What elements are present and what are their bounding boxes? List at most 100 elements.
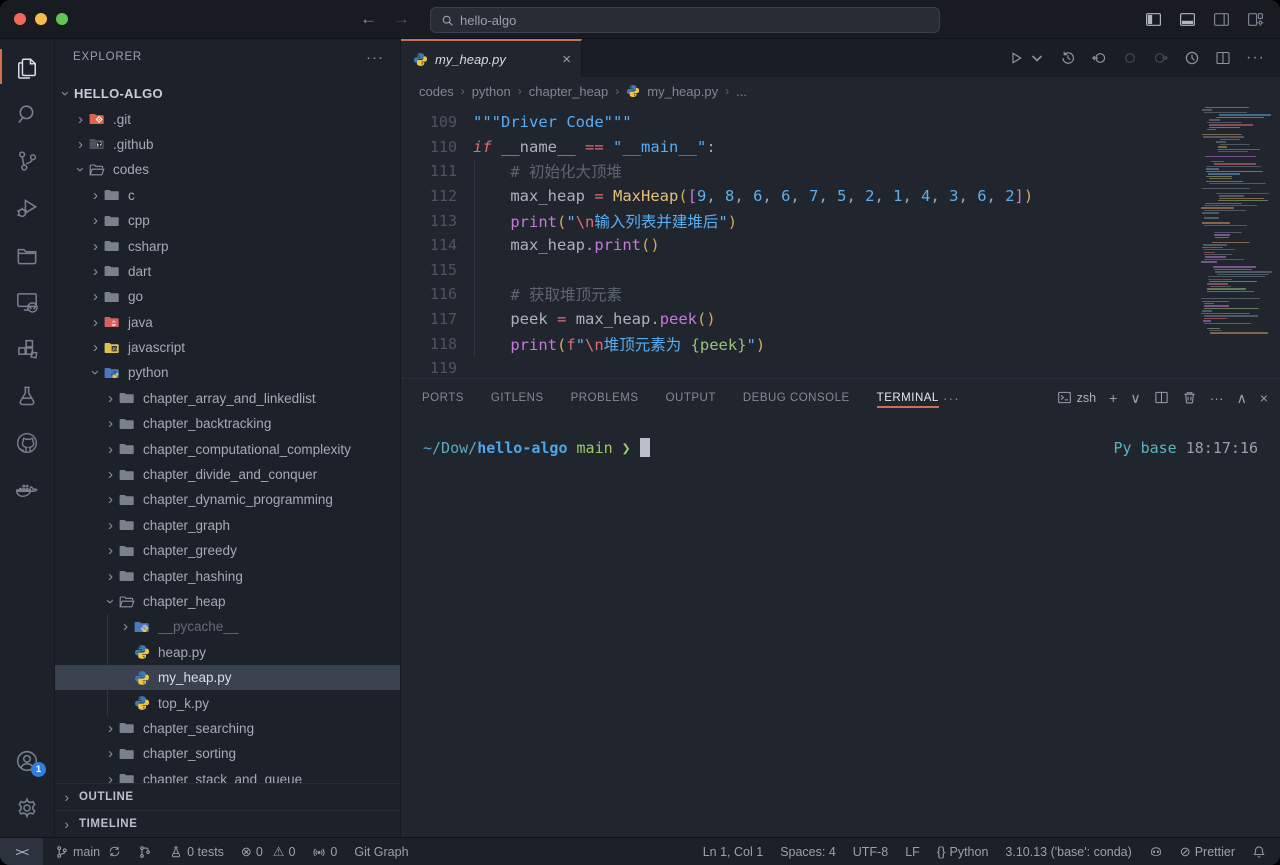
layout-panel-icon[interactable] [1179,11,1196,28]
encoding[interactable]: UTF-8 [853,845,888,859]
tree-item-javascript[interactable]: ›JSjavascript [55,335,400,360]
command-center-search[interactable]: hello-algo [430,7,940,33]
tree-item-go[interactable]: ›go [55,284,400,309]
activity-settings-icon[interactable] [0,784,54,831]
split-terminal-icon[interactable] [1154,390,1169,405]
tree-item-.git[interactable]: ›.git [55,106,400,131]
section-outline[interactable]: ›OUTLINE [55,784,400,810]
new-terminal-button[interactable]: + [1109,391,1117,405]
python-interpreter[interactable]: 3.10.13 ('base': conda) [1005,845,1131,859]
source-control-graph-icon[interactable] [138,845,152,859]
panel-tab-gitlens[interactable]: GITLENS [491,382,544,414]
prettier-indicator[interactable]: ⊘Prettier [1180,845,1235,859]
layout-customize-icon[interactable] [1247,11,1264,28]
tree-item-my_heap.py[interactable]: my_heap.py [55,665,400,690]
explorer-more-actions-icon[interactable]: ··· [366,49,384,66]
run-button[interactable] [1008,50,1024,66]
tree-item-chapter_graph[interactable]: ›chapter_graph [55,513,400,538]
breadcrumb-item[interactable]: my_heap.py [647,84,718,99]
activity-testing-icon[interactable] [0,372,54,419]
split-editor-icon[interactable] [1215,50,1231,66]
tree-item-codes[interactable]: ›codes [55,157,400,182]
shell-terminal-icon[interactable]: zsh [1057,390,1096,405]
copilot-icon[interactable] [1149,845,1163,859]
code-line-112[interactable]: 112 max_heap = MaxHeap([9, 8, 6, 6, 7, 5… [401,184,1280,209]
tree-item-chapter_searching[interactable]: ›chapter_searching [55,716,400,741]
code-line-118[interactable]: 118 print(f"\n堆顶元素为 {peek}") [401,331,1280,356]
tree-item-chapter_backtracking[interactable]: ›chapter_backtracking [55,411,400,436]
cursor-position[interactable]: Ln 1, Col 1 [703,845,763,859]
branch-indicator[interactable]: main [55,845,121,859]
breadcrumb-item[interactable]: python [472,84,511,99]
code-line-109[interactable]: 109"""Driver Code""" [401,110,1280,135]
tree-item-c[interactable]: ›c [55,183,400,208]
tab-my-heap[interactable]: my_heap.py × [401,39,582,77]
ports-indicator[interactable]: 0 [312,845,337,859]
code-line-119[interactable]: 119 [401,356,1280,378]
breadcrumb-item[interactable]: codes [419,84,454,99]
nav-circle-icon[interactable] [1122,50,1138,66]
indentation[interactable]: Spaces: 4 [780,845,836,859]
gitlens-graph-icon[interactable] [1184,50,1200,66]
language-mode[interactable]: {}Python [937,845,989,859]
tree-item-python[interactable]: ›python [55,360,400,385]
activity-project-manager-icon[interactable] [0,231,54,278]
run-dropdown[interactable] [1029,50,1045,66]
tests-indicator[interactable]: 0 tests [169,845,224,859]
minimize-window-button[interactable] [35,13,47,25]
panel-tab-ports[interactable]: PORTS [422,382,464,414]
code-line-114[interactable]: 114 max_heap.print() [401,233,1280,258]
tree-item-chapter_dynamic_programming[interactable]: ›chapter_dynamic_programming [55,487,400,512]
activity-run-and-debug-icon[interactable] [0,184,54,231]
tree-item-.github[interactable]: ›.github [55,132,400,157]
nav-forward-icon[interactable] [1153,50,1169,66]
code-editor[interactable]: 109"""Driver Code"""110if __name__ == "_… [401,105,1280,378]
panel-tab-debug-console[interactable]: DEBUG CONSOLE [743,382,850,414]
section-timeline[interactable]: ›TIMELINE [55,810,400,837]
zoom-window-button[interactable] [56,13,68,25]
activity-source-control-icon[interactable] [0,137,54,184]
code-line-111[interactable]: 111 # 初始化大顶堆 [401,159,1280,184]
tree-item-heap.py[interactable]: heap.py [55,640,400,665]
more-actions-icon[interactable]: ··· [1246,49,1265,67]
tree-item-java[interactable]: ›java [55,310,400,335]
layout-sidebar-left-icon[interactable] [1145,11,1162,28]
tree-item-chapter_computational_complexity[interactable]: ›chapter_computational_complexity [55,436,400,461]
tree-item-__pycache__[interactable]: ›__pycache__ [55,614,400,639]
tree-item-chapter_heap[interactable]: ›chapter_heap [55,589,400,614]
panel-more-icon[interactable]: ··· [1210,391,1224,405]
tree-item-csharp[interactable]: ›csharp [55,233,400,258]
code-line-115[interactable]: 115 [401,258,1280,283]
remote-indicator[interactable]: >< [0,838,43,865]
panel-tab-problems[interactable]: PROBLEMS [571,382,639,414]
terminal[interactable]: ~/Dow/hello-algo main❯ Py base 18:17:16 [401,416,1280,837]
activity-extensions-icon[interactable] [0,325,54,372]
minimap[interactable] [1201,107,1275,347]
code-line-110[interactable]: 110if __name__ == "__main__": [401,135,1280,160]
tree-item-chapter_hashing[interactable]: ›chapter_hashing [55,563,400,588]
nav-back-button[interactable]: ← [360,9,377,29]
terminal-dropdown[interactable]: ∨ [1130,391,1140,405]
tree-item-chapter_stack_and_queue[interactable]: ›chapter_stack_and_queue [55,767,400,783]
activity-remote-explorer-icon[interactable] [0,278,54,325]
maximize-panel-icon[interactable]: ∧ [1237,391,1247,405]
breadcrumb-item[interactable]: chapter_heap [529,84,609,99]
panel-tabs-more-icon[interactable]: ··· [943,390,960,406]
tree-item-HELLO-ALGO[interactable]: ›HELLO-ALGO [55,81,400,106]
activity-accounts-icon[interactable]: 1 [0,737,54,784]
problems-indicator[interactable]: ⊗0⚠0 [241,845,295,859]
kill-terminal-icon[interactable] [1182,390,1197,405]
code-line-117[interactable]: 117 peek = max_heap.peek() [401,307,1280,332]
code-line-116[interactable]: 116 # 获取堆顶元素 [401,282,1280,307]
activity-explorer-icon[interactable] [0,43,54,90]
git-graph-button[interactable]: Git Graph [354,845,408,859]
tree-item-chapter_divide_and_conquer[interactable]: ›chapter_divide_and_conquer [55,462,400,487]
tree-item-chapter_sorting[interactable]: ›chapter_sorting [55,741,400,766]
tree-item-chapter_array_and_linkedlist[interactable]: ›chapter_array_and_linkedlist [55,386,400,411]
close-panel-icon[interactable]: × [1260,391,1268,405]
timeline-history-icon[interactable] [1060,50,1076,66]
nav-back-icon[interactable] [1091,50,1107,66]
layout-sidebar-right-icon[interactable] [1213,11,1230,28]
tree-item-chapter_greedy[interactable]: ›chapter_greedy [55,538,400,563]
panel-tab-output[interactable]: OUTPUT [666,382,716,414]
